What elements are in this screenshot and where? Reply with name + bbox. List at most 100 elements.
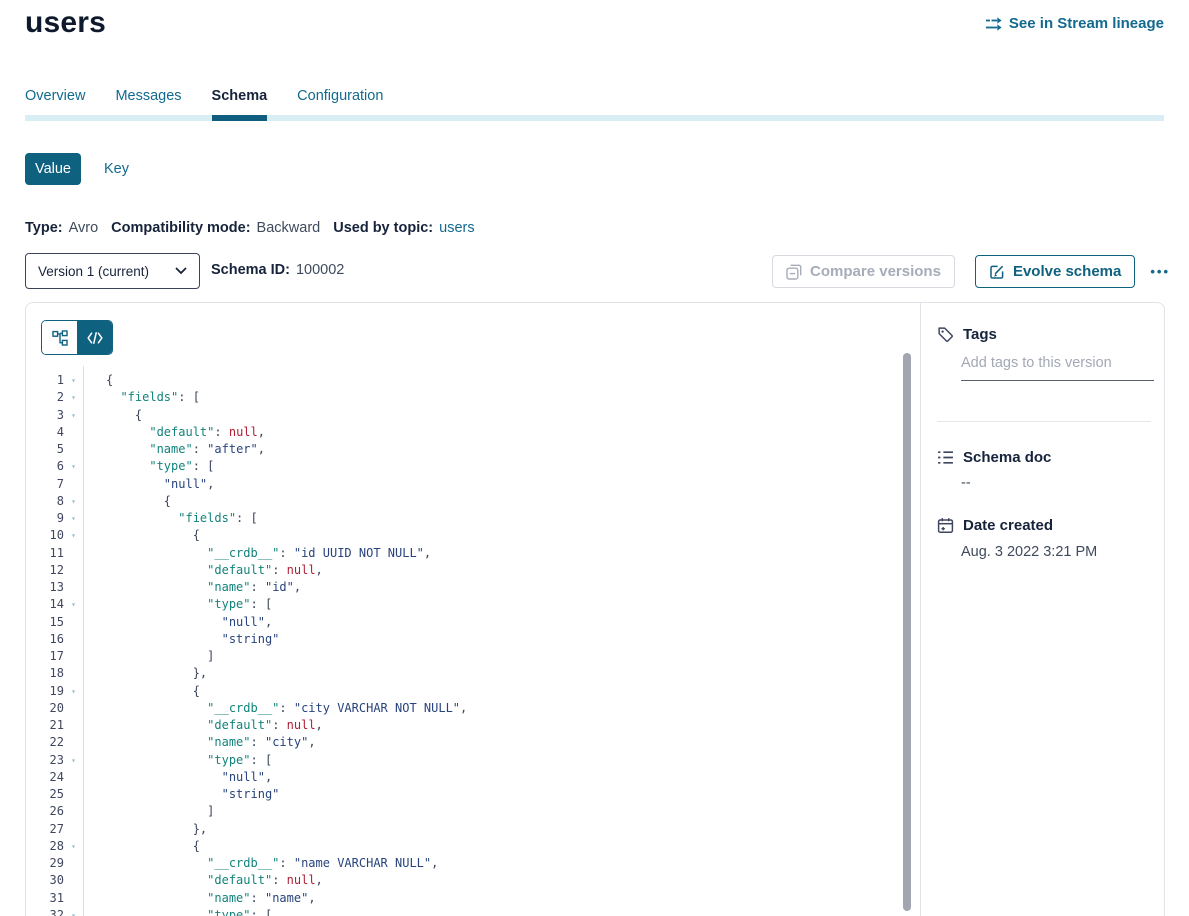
line-number: 8 <box>26 493 64 510</box>
calendar-add-icon <box>937 517 954 534</box>
version-select-value: Version 1 (current) <box>38 264 149 279</box>
code-line: 26 ] <box>26 803 918 820</box>
line-number: 29 <box>26 855 64 872</box>
fold-caret-empty <box>64 579 83 596</box>
fold-caret-icon[interactable]: ▾ <box>64 493 83 510</box>
code-text: { <box>83 493 171 510</box>
fold-caret-icon[interactable]: ▾ <box>64 407 83 424</box>
fold-caret-empty <box>64 700 83 717</box>
fold-caret-empty <box>64 648 83 665</box>
edit-icon <box>989 264 1005 280</box>
line-number: 21 <box>26 717 64 734</box>
used-by-topic-label: Used by topic: <box>333 220 433 236</box>
code-line: 16 "string" <box>26 631 918 648</box>
line-number: 15 <box>26 614 64 631</box>
fold-caret-icon[interactable]: ▾ <box>64 907 83 916</box>
line-number: 31 <box>26 890 64 907</box>
fold-caret-icon[interactable]: ▾ <box>64 752 83 769</box>
stream-lineage-link[interactable]: See in Stream lineage <box>986 15 1164 32</box>
value-toggle-button[interactable]: Value <box>25 153 81 185</box>
editor-view-toggle <box>41 320 113 355</box>
tags-title: Tags <box>963 326 997 343</box>
line-number: 17 <box>26 648 64 665</box>
tab-configuration[interactable]: Configuration <box>297 88 383 121</box>
fold-caret-empty <box>64 424 83 441</box>
fold-caret-icon[interactable]: ▾ <box>64 389 83 406</box>
line-number: 4 <box>26 424 64 441</box>
code-text: }, <box>83 665 207 682</box>
fold-caret-empty <box>64 545 83 562</box>
evolve-schema-button[interactable]: Evolve schema <box>975 255 1135 288</box>
code-text: "name": "after", <box>83 441 265 458</box>
code-text: "null", <box>83 614 272 631</box>
code-line: 25 "string" <box>26 786 918 803</box>
code-line: 1▾{ <box>26 372 918 389</box>
fold-caret-empty <box>64 803 83 820</box>
more-options-button[interactable]: ••• <box>1148 260 1172 283</box>
code-text: { <box>83 407 142 424</box>
fold-caret-icon[interactable]: ▾ <box>64 596 83 613</box>
tab-schema[interactable]: Schema <box>212 88 268 121</box>
code-line: 19▾ { <box>26 683 918 700</box>
compare-versions-button[interactable]: Compare versions <box>772 255 955 288</box>
code-text: { <box>83 372 113 389</box>
line-number: 23 <box>26 752 64 769</box>
code-line: 28▾ { <box>26 838 918 855</box>
topic-link[interactable]: users <box>439 220 474 236</box>
line-number: 1 <box>26 372 64 389</box>
line-number: 18 <box>26 665 64 682</box>
code-line: 4 "default": null, <box>26 424 918 441</box>
compatibility-value: Backward <box>257 220 321 236</box>
code-text: "__crdb__": "id UUID NOT NULL", <box>83 545 431 562</box>
tab-messages[interactable]: Messages <box>115 88 181 121</box>
fold-caret-empty <box>64 855 83 872</box>
code-text: "default": null, <box>83 562 323 579</box>
version-select[interactable]: Version 1 (current) <box>25 253 200 289</box>
stream-lineage-label: See in Stream lineage <box>1009 15 1164 32</box>
fold-caret-icon[interactable]: ▾ <box>64 838 83 855</box>
code-line: 21 "default": null, <box>26 717 918 734</box>
code-line: 23▾ "type": [ <box>26 752 918 769</box>
editor-scrollbar-thumb[interactable] <box>903 353 911 911</box>
code-text: "null", <box>83 769 272 786</box>
line-number: 3 <box>26 407 64 424</box>
code-text: "type": [ <box>83 907 272 916</box>
line-number: 32 <box>26 907 64 916</box>
fold-caret-empty <box>64 441 83 458</box>
code-icon <box>87 332 103 344</box>
schema-panel: 1▾{2▾ "fields": [3▾ {4 "default": null,5… <box>25 302 1165 916</box>
key-toggle-link[interactable]: Key <box>104 161 129 177</box>
line-number: 13 <box>26 579 64 596</box>
sidebar-section-divider <box>937 421 1151 422</box>
code-text: "name": "city", <box>83 734 316 751</box>
schema-actions: Compare versions Evolve schema ••• <box>772 255 1172 288</box>
code-lines: 1▾{2▾ "fields": [3▾ {4 "default": null,5… <box>26 372 918 916</box>
code-line: 29 "__crdb__": "name VARCHAR NULL", <box>26 855 918 872</box>
code-line: 30 "default": null, <box>26 872 918 889</box>
code-text: "null", <box>83 476 214 493</box>
code-text: "type": [ <box>83 752 272 769</box>
fold-caret-icon[interactable]: ▾ <box>64 458 83 475</box>
code-line: 17 ] <box>26 648 918 665</box>
chevron-down-icon <box>175 267 187 275</box>
code-text: ] <box>83 803 214 820</box>
date-created-heading: Date created <box>937 517 1053 534</box>
code-line: 12 "default": null, <box>26 562 918 579</box>
fold-caret-icon[interactable]: ▾ <box>64 510 83 527</box>
tree-view-toggle-button[interactable] <box>42 321 77 354</box>
fold-caret-empty <box>64 769 83 786</box>
code-text: "fields": [ <box>83 510 258 527</box>
code-text: { <box>83 838 200 855</box>
code-view-toggle-button[interactable] <box>77 321 112 354</box>
code-line: 27 }, <box>26 821 918 838</box>
line-number: 11 <box>26 545 64 562</box>
code-text: ] <box>83 648 214 665</box>
tags-input[interactable] <box>961 355 1154 381</box>
fold-caret-icon[interactable]: ▾ <box>64 372 83 389</box>
code-text: "default": null, <box>83 872 323 889</box>
code-text: }, <box>83 821 207 838</box>
tab-overview[interactable]: Overview <box>25 88 85 121</box>
fold-caret-icon[interactable]: ▾ <box>64 527 83 544</box>
schema-id-label: Schema ID: <box>211 262 290 278</box>
fold-caret-icon[interactable]: ▾ <box>64 683 83 700</box>
